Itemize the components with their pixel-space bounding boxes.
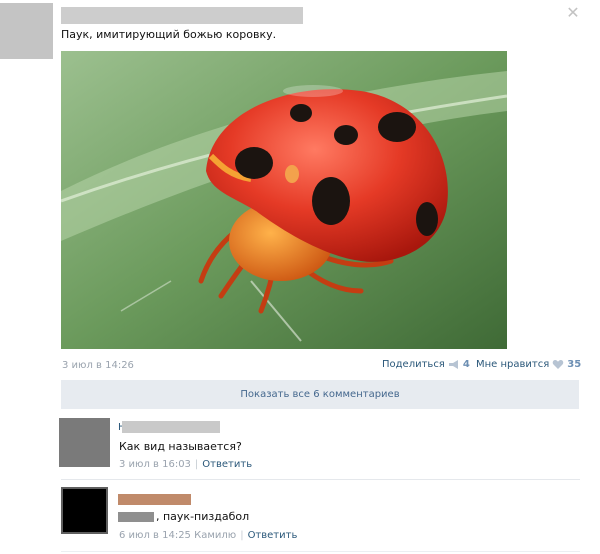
like-label: Мне нравится: [476, 359, 550, 370]
share-button[interactable]: Поделиться 4: [382, 359, 470, 370]
bottom-divider: [61, 551, 580, 552]
comment-author-name-redacted[interactable]: [118, 494, 191, 505]
share-count: 4: [462, 359, 470, 370]
post-text: Паук, имитирующий божью коровку.: [61, 28, 277, 41]
comment-text: Как вид называется?: [119, 440, 242, 453]
heart-icon: [552, 360, 564, 369]
megaphone-icon: [448, 360, 458, 369]
reply-link[interactable]: Ответить: [202, 459, 252, 470]
comment-meta: 3 июл в 16:03 | Ответить: [119, 459, 252, 470]
comment-date[interactable]: 6 июл в 14:25 Камилю: [119, 530, 236, 541]
comment-avatar[interactable]: [61, 487, 108, 534]
comment-meta: 6 июл в 14:25 Камилю | Ответить: [119, 530, 297, 541]
like-count: 35: [567, 359, 582, 370]
comment-divider: [61, 479, 580, 480]
post-author-name-redacted[interactable]: [61, 7, 303, 24]
comment-mention-redacted: [118, 512, 154, 522]
comment-text: , паук-пиздабол: [156, 510, 250, 523]
separator: |: [194, 459, 199, 470]
post-photo[interactable]: [61, 51, 507, 349]
like-button[interactable]: Мне нравится 35: [476, 359, 581, 370]
reply-link[interactable]: Ответить: [248, 530, 298, 541]
post-date[interactable]: 3 июл в 14:26: [62, 360, 134, 371]
share-label: Поделиться: [382, 359, 445, 370]
show-all-comments-button[interactable]: Показать все 6 комментариев: [61, 380, 579, 409]
comment-author-name-redacted: [122, 421, 220, 433]
comment-date[interactable]: 3 июл в 16:03: [119, 459, 191, 470]
post-author-avatar[interactable]: [0, 3, 53, 59]
comment-avatar[interactable]: [59, 418, 110, 467]
separator: |: [240, 530, 244, 541]
ladybug-spider-image: [61, 51, 507, 349]
close-icon[interactable]: ✕: [566, 5, 580, 21]
